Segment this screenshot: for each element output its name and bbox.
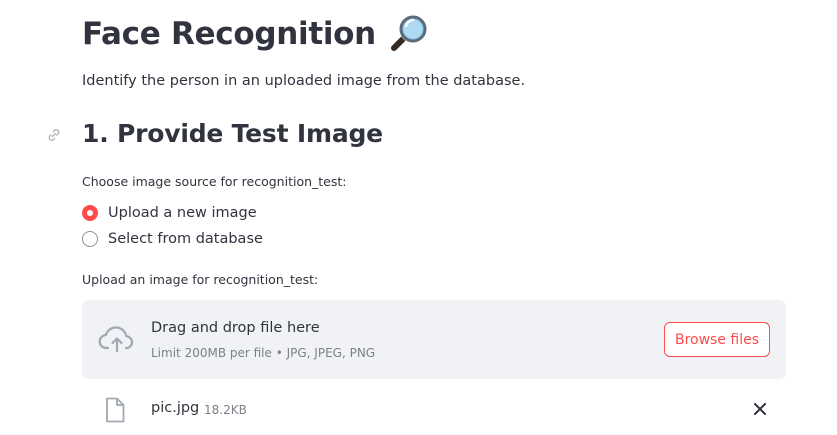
uploaded-file-size: 18.2KB (204, 403, 247, 417)
file-dropzone[interactable]: Drag and drop file here Limit 200MB per … (82, 300, 786, 379)
file-icon (106, 397, 125, 423)
radio-option-upload-new[interactable]: Upload a new image (82, 205, 257, 221)
radio-option-label: Upload a new image (108, 205, 257, 221)
page-title: Face Recognition (82, 16, 376, 52)
radio-option-label: Select from database (108, 231, 263, 247)
page-subtitle: Identify the person in an uploaded image… (82, 73, 526, 89)
radio-checked-icon[interactable] (82, 205, 98, 221)
close-icon[interactable] (750, 399, 770, 419)
app-page: Face Recognition Identify the person in … (0, 0, 837, 435)
uploaded-file-name: pic.jpg (151, 400, 200, 416)
section-heading: 1. Provide Test Image (82, 119, 383, 148)
radio-unchecked-icon[interactable] (82, 231, 98, 247)
dropzone-limit-text: Limit 200MB per file • JPG, JPEG, PNG (151, 346, 376, 360)
uploader-label: Upload an image for recognition_test: (82, 272, 319, 287)
browse-files-button[interactable]: Browse files (664, 322, 770, 357)
radio-option-select-database[interactable]: Select from database (82, 231, 263, 247)
dropzone-instructions: Drag and drop file here (151, 320, 320, 336)
image-source-label: Choose image source for recognition_test… (82, 174, 347, 189)
title-row: Face Recognition (82, 12, 430, 56)
cloud-upload-icon (98, 326, 134, 353)
magnifying-glass-icon (390, 15, 427, 51)
link-icon[interactable] (46, 127, 62, 143)
uploaded-file-row: pic.jpg 18.2KB (82, 390, 786, 428)
